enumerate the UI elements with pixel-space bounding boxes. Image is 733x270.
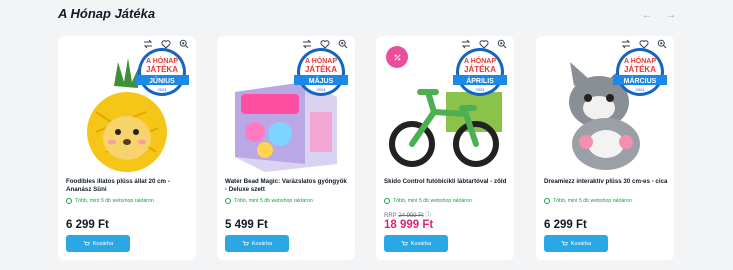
svg-text:JÁTÉKA: JÁTÉKA [624,65,656,74]
arrow-right-icon: → [666,9,676,21]
add-to-cart-button[interactable]: Kosárba [384,235,448,252]
add-to-cart-button[interactable]: Kosárba [66,235,130,252]
svg-text:JÁTÉKA: JÁTÉKA [464,65,496,74]
month-badge: A HÓNAP JÁTÉKA ÁPRILIS 2024 [450,46,510,102]
cart-icon [242,241,249,246]
svg-text:2024: 2024 [158,87,168,92]
stock-status: Több, mint 5 db webshop raktáron [384,198,472,204]
check-circle-icon [384,198,390,204]
stock-status: Több, mint 5 db webshop raktáron [225,198,313,204]
product-price: 6 299 Ft [544,219,587,231]
svg-text:2024: 2024 [317,87,327,92]
arrow-left-icon: ← [642,9,652,21]
product-name[interactable]: Skido Control futóbicikli lábtartóval - … [384,178,508,186]
product-name[interactable]: Dreamiezz interaktív plüss 30 cm-es - ci… [544,178,668,186]
check-circle-icon [544,198,550,204]
check-circle-icon [225,198,231,204]
svg-text:MÁJUS: MÁJUS [309,76,334,85]
section-title: A Hónap Játéka [58,6,156,21]
stock-status: Több, mint 5 db webshop raktáron [544,198,632,204]
cart-icon [401,241,408,246]
svg-text:2024: 2024 [476,87,486,92]
svg-text:A HÓNAP: A HÓNAP [624,56,656,65]
month-badge: A HÓNAP JÁTÉKA MÁJUS 2024 [291,46,351,102]
product-price: 5 499 Ft [225,219,268,231]
old-price: RRP 24 999 Ft ⓘ [384,213,432,219]
month-badge: A HÓNAP JÁTÉKA JÚNIUS 2024 [132,46,192,102]
svg-text:A HÓNAP: A HÓNAP [305,56,337,65]
cart-icon [83,241,90,246]
svg-text:JÁTÉKA: JÁTÉKA [146,65,178,74]
product-name[interactable]: Water Bead Magic: Varázslatos gyöngyök -… [225,178,349,194]
next-button[interactable]: → [660,5,682,25]
svg-text:JÚNIUS: JÚNIUS [149,76,175,85]
month-badge: A HÓNAP JÁTÉKA MÁRCIUS 2024 [610,46,670,102]
svg-text:A HÓNAP: A HÓNAP [146,56,178,65]
cart-icon [561,241,568,246]
svg-text:ÁPRILIS: ÁPRILIS [466,76,494,85]
product-card[interactable]: A HÓNAP JÁTÉKA JÚNIUS 2024 Foodibles ill… [58,36,196,260]
prev-button[interactable]: ← [636,5,658,25]
svg-text:MÁRCIUS: MÁRCIUS [624,76,657,85]
product-card[interactable]: A HÓNAP JÁTÉKA MÁRCIUS 2024 Dreamiezz in… [536,36,674,260]
svg-text:2024: 2024 [636,87,646,92]
add-to-cart-button[interactable]: Kosárba [225,235,289,252]
product-card[interactable]: A HÓNAP JÁTÉKA ÁPRILIS 2024 Skido Contro… [376,36,514,260]
check-circle-icon [66,198,72,204]
svg-text:A HÓNAP: A HÓNAP [464,56,496,65]
product-card[interactable]: A HÓNAP JÁTÉKA MÁJUS 2024 Water Bead Mag… [217,36,355,260]
product-price: 6 299 Ft [66,219,109,231]
add-to-cart-button[interactable]: Kosárba [544,235,608,252]
stock-status: Több, mint 5 db webshop raktáron [66,198,154,204]
product-name[interactable]: Foodibles illatos plüss állat 20 cm - An… [66,178,190,194]
svg-text:JÁTÉKA: JÁTÉKA [305,65,337,74]
product-price: 18 999 Ft [384,219,434,231]
